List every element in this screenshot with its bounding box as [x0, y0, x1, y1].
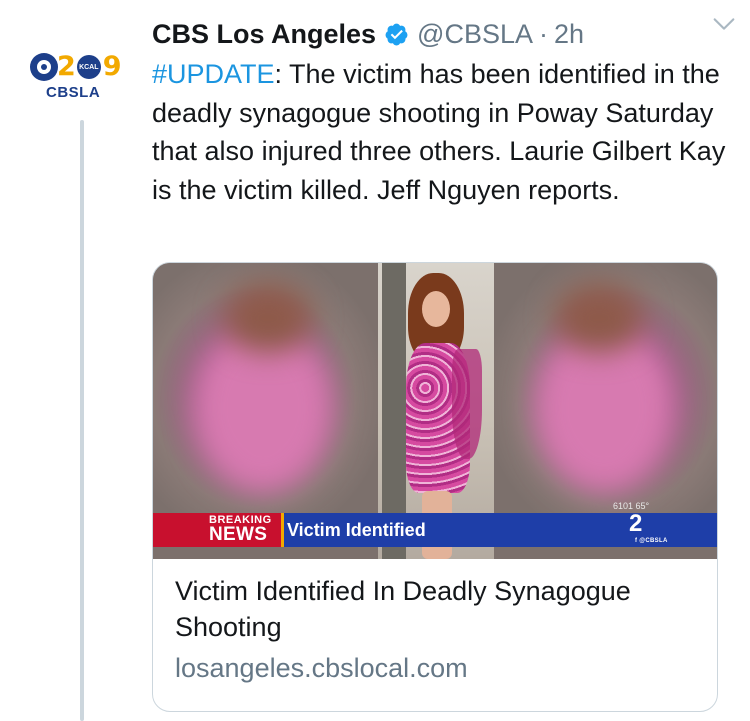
link-card[interactable]: 6101 65° BREAKING NEWS Victim Identified…: [152, 262, 718, 712]
card-domain: losangeles.cbslocal.com: [175, 653, 468, 683]
cbs-eye-icon: [30, 53, 58, 81]
avatar[interactable]: 2 KCAL 9 CBSLA: [30, 44, 136, 104]
banner-headline: Victim Identified: [287, 520, 426, 540]
chevron-down-icon[interactable]: [710, 10, 738, 38]
verified-badge-icon: [385, 23, 408, 45]
tweet-text: #UPDATE: The victim has been identified …: [152, 55, 732, 209]
card-image[interactable]: 6101 65° BREAKING NEWS Victim Identified…: [153, 263, 717, 559]
station-tag: f @CBSLA: [635, 538, 668, 544]
logo-digit-right: 9: [102, 51, 122, 82]
separator-dot: ·: [539, 18, 548, 49]
avatar-name: CBSLA: [46, 84, 101, 101]
station-logo: 2 KCAL 9: [30, 50, 122, 84]
logo-digit-left: 2: [57, 51, 76, 82]
station-number: 2: [629, 510, 642, 537]
display-name[interactable]: CBS Los Angeles: [152, 19, 376, 50]
timestamp[interactable]: 2h: [554, 19, 584, 50]
kcal-badge: KCAL: [76, 55, 101, 79]
card-title[interactable]: Victim Identified In Deadly Synagogue Sh…: [175, 573, 705, 645]
handle[interactable]: @CBSLA: [417, 19, 533, 50]
tweet-header: CBS Los Angeles @CBSLA · 2h: [152, 12, 730, 56]
hashtag-link[interactable]: #UPDATE: [152, 59, 275, 89]
news-label: NEWS: [209, 524, 268, 545]
cbs2-logo: 2 f @CBSLA: [621, 510, 681, 548]
thread-line: [80, 120, 84, 721]
banner-divider: [281, 513, 284, 547]
breaking-news-label: BREAKING NEWS: [209, 510, 279, 548]
